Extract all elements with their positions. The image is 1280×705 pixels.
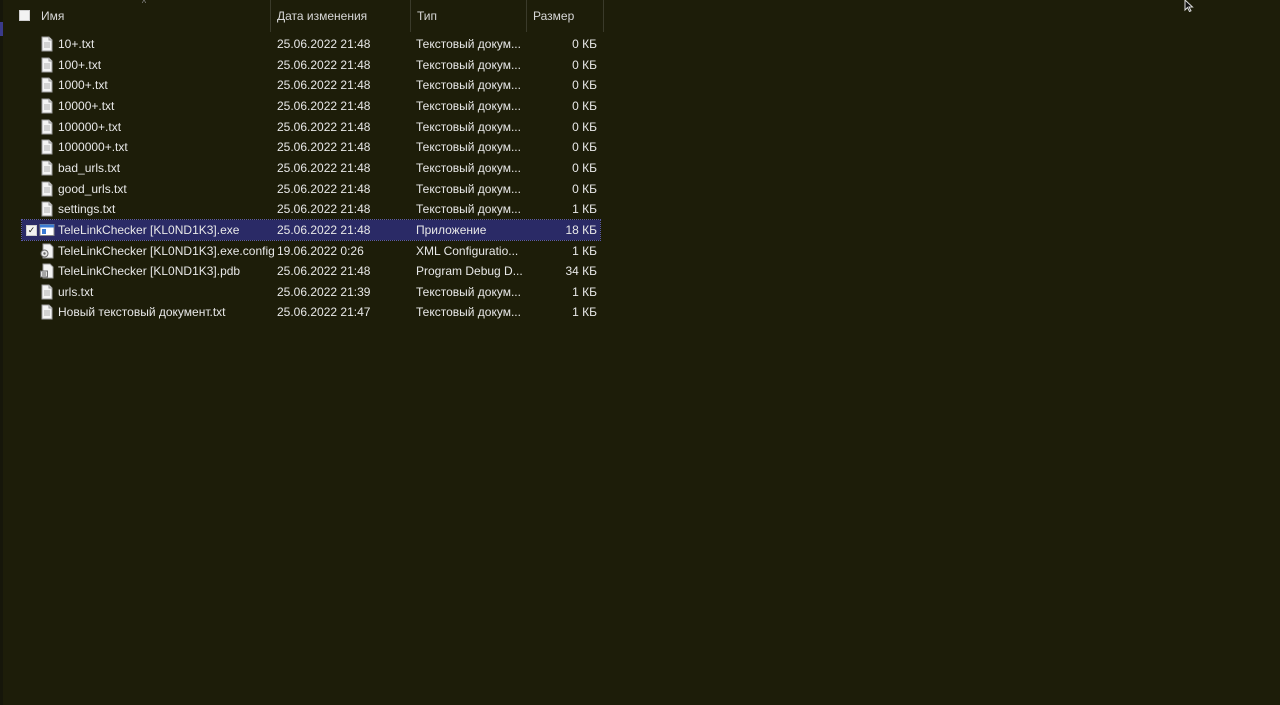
file-row[interactable]: ✓ TeleLinkChecker [KL0ND1K3].exe 25.06.202…: [21, 218, 601, 241]
file-row[interactable]: 10+.txt 25.06.2022 21:48 Текстовый докум..…: [22, 34, 600, 54]
text-file-icon: [39, 77, 55, 93]
file-date-modified: 25.06.2022 21:48: [277, 160, 371, 175]
file-size: 0 КБ: [572, 98, 597, 113]
file-date-modified: 25.06.2022 21:48: [277, 202, 371, 217]
file-row[interactable]: 10000+.txt 25.06.2022 21:48 Текстовый доку…: [22, 96, 600, 116]
file-name: 1000000+.txt: [58, 140, 128, 155]
file-name: Новый текстовый документ.txt: [58, 305, 226, 320]
file-type: Текстовый докум...: [416, 37, 521, 51]
file-size: 18 КБ: [565, 222, 597, 237]
file-row[interactable]: 100000+.txt 25.06.2022 21:48 Текстовый док…: [22, 117, 600, 137]
file-size: 1 КБ: [572, 284, 597, 299]
select-all-checkbox[interactable]: [19, 10, 30, 21]
file-name: TeleLinkChecker [KL0ND1K3].exe.config: [58, 243, 275, 258]
column-header-date[interactable]: Дата изменения: [271, 0, 411, 32]
file-type: Текстовый докум...: [416, 284, 521, 299]
file-date-modified: 25.06.2022 21:48: [277, 37, 371, 51]
file-type: Текстовый докум...: [416, 57, 521, 72]
text-file-icon: [39, 119, 55, 135]
text-file-icon: [39, 284, 55, 300]
file-size: 0 КБ: [572, 78, 597, 93]
file-date-modified: 25.06.2022 21:48: [277, 140, 371, 155]
config-file-icon: [39, 243, 55, 259]
text-file-icon: [39, 181, 55, 197]
file-name: urls.txt: [58, 284, 94, 299]
file-size: 0 КБ: [572, 140, 597, 155]
file-row[interactable]: settings.txt 25.06.2022 21:48 Текстовый до…: [22, 199, 600, 219]
file-date-modified: 25.06.2022 21:48: [277, 78, 371, 93]
file-size: 0 КБ: [572, 181, 597, 196]
file-date-modified: 19.06.2022 0:26: [277, 243, 364, 258]
file-name: good_urls.txt: [58, 181, 127, 196]
file-type: Текстовый докум...: [416, 78, 521, 93]
file-name: settings.txt: [58, 202, 116, 217]
file-date-modified: 25.06.2022 21:48: [277, 119, 371, 134]
text-file-icon: [39, 139, 55, 155]
file-size: 0 КБ: [572, 119, 597, 134]
file-name: 100+.txt: [58, 57, 102, 72]
text-file-icon: [39, 98, 55, 114]
file-size: 34 КБ: [565, 264, 597, 279]
file-row[interactable]: 1000+.txt 25.06.2022 21:48 Текстовый докум…: [22, 75, 600, 95]
file-name: 100000+.txt: [58, 119, 122, 134]
file-type: Текстовый докум...: [416, 181, 521, 196]
file-size: 0 КБ: [572, 160, 597, 175]
file-explorer: ^ Имя Дата изменения Тип Размер 10+.txt 2…: [0, 0, 1280, 705]
file-date-modified: 25.06.2022 21:39: [277, 284, 371, 299]
file-row[interactable]: 1000000+.txt 25.06.2022 21:48 Текстовый до…: [22, 137, 600, 157]
file-type: Текстовый докум...: [416, 119, 521, 134]
file-date-modified: 25.06.2022 21:48: [277, 264, 371, 279]
column-header-type[interactable]: Тип: [411, 0, 527, 32]
file-name: 10+.txt: [58, 37, 95, 51]
file-name: 1000+.txt: [58, 78, 108, 93]
application-icon: [39, 222, 55, 238]
file-row[interactable]: 100+.txt 25.06.2022 21:48 Текстовый докум.…: [22, 55, 600, 75]
file-date-modified: 25.06.2022 21:48: [277, 181, 371, 196]
file-type: Текстовый докум...: [416, 140, 521, 155]
file-type: Текстовый докум...: [416, 305, 521, 320]
file-name: TeleLinkChecker [KL0ND1K3].pdb: [58, 264, 241, 279]
file-name: TeleLinkChecker [KL0ND1K3].exe: [58, 222, 240, 237]
window-left-edge: [0, 0, 3, 705]
column-header-bar: ^ Имя Дата изменения Тип Размер: [0, 0, 605, 32]
column-header-name[interactable]: Имя: [35, 0, 271, 32]
file-type: Текстовый докум...: [416, 202, 521, 217]
text-file-icon: [39, 160, 55, 176]
file-type: Текстовый докум...: [416, 98, 521, 113]
file-date-modified: 25.06.2022 21:47: [277, 305, 371, 320]
file-size: 0 КБ: [572, 37, 597, 51]
file-type: XML Configuratio...: [416, 243, 519, 258]
file-date-modified: 25.06.2022 21:48: [277, 57, 371, 72]
file-size: 0 КБ: [572, 57, 597, 72]
file-size: 1 КБ: [572, 243, 597, 258]
file-size: 1 КБ: [572, 305, 597, 320]
mouse-cursor-icon: [1184, 0, 1194, 12]
text-file-icon: [39, 36, 55, 52]
file-type: Приложение: [416, 222, 487, 237]
file-row[interactable]: bad_urls.txt 25.06.2022 21:48 Текстовый до…: [22, 158, 600, 178]
file-date-modified: 25.06.2022 21:48: [277, 222, 371, 237]
text-file-icon: [39, 304, 55, 320]
file-row[interactable]: TeleLinkChecker [KL0ND1K3].exe.config 19.…: [22, 241, 600, 261]
row-checkbox[interactable]: ✓: [26, 224, 37, 236]
text-file-icon: [39, 57, 55, 73]
file-name: 10000+.txt: [58, 98, 115, 113]
file-row[interactable]: urls.txt 25.06.2022 21:39 Текстовый докум.…: [22, 282, 600, 302]
file-row[interactable]: TeleLinkChecker [KL0ND1K3].pdb 25.06.2022…: [22, 261, 600, 281]
file-row[interactable]: Новый текстовый документ.txt 25.06.2022 2…: [22, 302, 600, 322]
column-header-size[interactable]: Размер: [527, 0, 604, 32]
file-size: 1 КБ: [572, 202, 597, 217]
file-name: bad_urls.txt: [58, 160, 121, 175]
file-date-modified: 25.06.2022 21:48: [277, 98, 371, 113]
debug-file-icon: [39, 263, 55, 279]
file-type: Program Debug D...: [416, 264, 523, 279]
file-type: Текстовый докум...: [416, 160, 521, 175]
text-file-icon: [39, 201, 55, 217]
file-row[interactable]: good_urls.txt 25.06.2022 21:48 Текстовый д…: [22, 179, 600, 199]
